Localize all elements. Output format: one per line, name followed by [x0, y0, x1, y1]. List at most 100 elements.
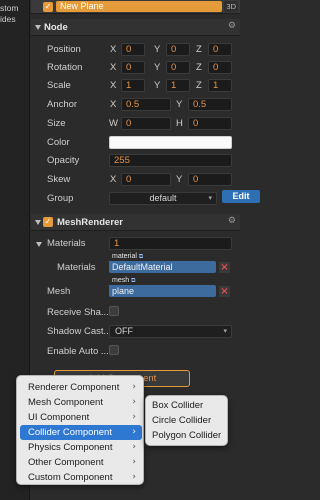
collider-submenu: Box Collider Circle Collider Polygon Col…: [145, 395, 228, 446]
gear-icon[interactable]: ⚙: [228, 216, 236, 226]
anchor-x-axis-label: X: [110, 99, 117, 110]
scale-label: Scale: [47, 80, 71, 91]
scale-y-axis-label: Y: [154, 80, 161, 91]
3d-badge[interactable]: 3D: [224, 1, 238, 12]
group-dropdown-value: default: [149, 193, 177, 203]
materials-count-field[interactable]: 1: [109, 237, 232, 250]
enable-auto-checkbox[interactable]: [109, 345, 119, 355]
size-label: Size: [47, 118, 66, 129]
chevron-right-icon: ›: [132, 412, 136, 422]
scale-y-field[interactable]: 1: [166, 79, 190, 92]
shadow-casting-label: Shadow Cast...: [47, 326, 112, 337]
mesh-asset-field[interactable]: plane: [109, 285, 216, 297]
rotation-x-axis-label: X: [110, 62, 117, 73]
position-z-axis-label: Z: [196, 44, 202, 55]
color-swatch[interactable]: [109, 136, 232, 149]
menu-item-label: Physics Component: [28, 442, 113, 453]
size-h-axis-label: H: [176, 118, 183, 129]
link-icon[interactable]: ⧉: [139, 253, 143, 260]
materials-expand-icon[interactable]: [36, 242, 42, 247]
menu-item-label: UI Component: [28, 412, 90, 423]
rotation-z-field[interactable]: 0: [208, 61, 232, 74]
anchor-y-axis-label: Y: [176, 99, 183, 110]
position-z-field[interactable]: 0: [208, 43, 232, 56]
position-y-axis-label: Y: [154, 44, 161, 55]
menu-item-physics-component[interactable]: Physics Component ›: [20, 440, 142, 455]
receive-shadows-label: Receive Sha...: [47, 307, 109, 318]
rotation-y-axis-label: Y: [154, 62, 161, 73]
submenu-item-polygon-collider[interactable]: Polygon Collider: [152, 428, 221, 443]
node-section-title: Node: [44, 22, 68, 33]
receive-shadows-checkbox[interactable]: [109, 306, 119, 316]
rotation-x-field[interactable]: 0: [121, 61, 145, 74]
shadow-casting-dropdown[interactable]: OFF ▾: [109, 325, 232, 338]
anchor-y-field[interactable]: 0.5: [188, 98, 232, 111]
skew-x-field[interactable]: 0: [121, 173, 171, 186]
menu-item-custom-component[interactable]: Custom Component ›: [20, 470, 142, 485]
size-h-field[interactable]: 0: [188, 117, 232, 130]
mesh-asset-tag: mesh ⧉: [109, 277, 139, 285]
menu-item-other-component[interactable]: Other Component ›: [20, 455, 142, 470]
menu-item-label: Custom Component: [28, 472, 113, 483]
clear-mesh-icon[interactable]: ×: [219, 286, 230, 297]
scale-z-axis-label: Z: [196, 80, 202, 91]
chevron-right-icon: ›: [132, 382, 136, 392]
skew-x-axis-label: X: [110, 174, 117, 185]
menu-item-label: Mesh Component: [28, 397, 103, 408]
chevron-right-icon: ›: [132, 472, 136, 482]
materials-group-label: Materials: [47, 238, 86, 249]
material-asset-tag: material ⧉: [109, 253, 147, 261]
rotation-y-field[interactable]: 0: [166, 61, 190, 74]
add-component-menu: Renderer Component › Mesh Component › UI C…: [16, 375, 144, 485]
position-y-field[interactable]: 0: [166, 43, 190, 56]
expand-triangle-icon[interactable]: [35, 25, 41, 30]
mesh-label: Mesh: [47, 286, 71, 297]
gear-icon[interactable]: ⚙: [228, 21, 236, 31]
group-dropdown[interactable]: default ▾: [109, 192, 217, 205]
menu-item-label: Collider Component: [28, 427, 112, 438]
position-x-axis-label: X: [110, 44, 117, 55]
skew-y-field[interactable]: 0: [188, 173, 232, 186]
menu-item-mesh-component[interactable]: Mesh Component ›: [20, 395, 142, 410]
meshrenderer-enabled-checkbox[interactable]: ✓: [43, 217, 53, 227]
mesh-tag-text: mesh: [112, 277, 130, 284]
opacity-label: Opacity: [47, 155, 80, 166]
meshrenderer-section-title: MeshRenderer: [57, 217, 123, 228]
anchor-label: Anchor: [47, 99, 78, 110]
menu-item-renderer-component[interactable]: Renderer Component ›: [20, 380, 142, 395]
size-w-axis-label: W: [109, 118, 118, 129]
edit-group-button[interactable]: Edit: [222, 190, 260, 203]
scale-z-field[interactable]: 1: [208, 79, 232, 92]
anchor-x-field[interactable]: 0.5: [121, 98, 171, 111]
meshrenderer-section-header[interactable]: ✓ MeshRenderer ⚙: [31, 214, 240, 231]
size-w-field[interactable]: 0: [121, 117, 171, 130]
enable-auto-label: Enable Auto ...: [47, 346, 109, 357]
dropdown-arrow-icon: ▾: [223, 327, 227, 335]
material-asset-field[interactable]: DefaultMaterial: [109, 261, 216, 273]
expand-triangle-icon[interactable]: [35, 220, 41, 225]
scale-x-axis-label: X: [110, 80, 117, 91]
chevron-right-icon: ›: [132, 427, 136, 437]
chevron-right-icon: ›: [132, 442, 136, 452]
dropdown-arrow-icon: ▾: [208, 194, 212, 202]
node-section-header[interactable]: Node ⚙: [31, 19, 240, 36]
position-label: Position: [47, 44, 81, 55]
menu-item-ui-component[interactable]: UI Component ›: [20, 410, 142, 425]
menu-item-label: Other Component: [28, 457, 104, 468]
node-name-input[interactable]: New Plane: [56, 1, 222, 12]
materials-label: Materials: [57, 262, 96, 273]
position-x-field[interactable]: 0: [121, 43, 145, 56]
node-active-checkbox[interactable]: ✓: [43, 2, 53, 12]
menu-item-label: Renderer Component: [28, 382, 120, 393]
scale-x-field[interactable]: 1: [121, 79, 145, 92]
link-icon[interactable]: ⧉: [131, 277, 135, 284]
submenu-item-box-collider[interactable]: Box Collider: [152, 398, 203, 413]
opacity-field[interactable]: 255: [109, 154, 232, 167]
menu-item-collider-component[interactable]: Collider Component ›: [20, 425, 142, 440]
submenu-item-circle-collider[interactable]: Circle Collider: [152, 413, 211, 428]
rotation-z-axis-label: Z: [196, 62, 202, 73]
clear-material-icon[interactable]: ×: [219, 262, 230, 273]
chevron-right-icon: ›: [132, 397, 136, 407]
skew-y-axis-label: Y: [176, 174, 183, 185]
shadow-casting-value: OFF: [115, 326, 133, 336]
